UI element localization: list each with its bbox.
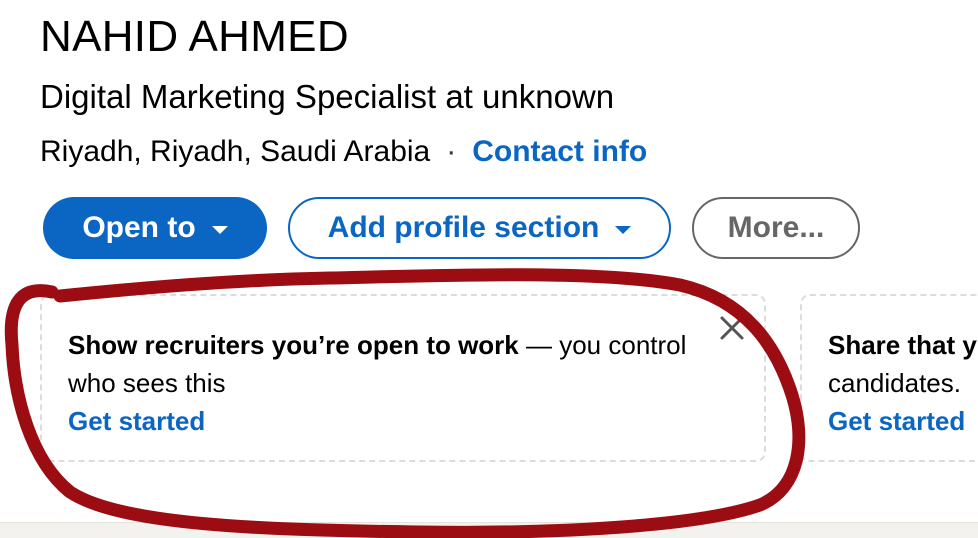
profile-headline: Digital Marketing Specialist at unknown	[40, 78, 615, 115]
add-profile-section-button[interactable]: Add profile section	[288, 197, 671, 259]
get-started-link[interactable]: Get started	[828, 402, 978, 440]
card-text: Share that y candidates. Get started	[828, 326, 978, 440]
caret-down-icon	[211, 226, 228, 234]
separator-dot: ·	[446, 135, 457, 168]
profile-location: Riyadh, Riyadh, Saudi Arabia	[40, 135, 431, 168]
location-row: Riyadh, Riyadh, Saudi Arabia · Contact i…	[40, 135, 647, 169]
share-hiring-card: Share that y candidates. Get started	[800, 294, 978, 462]
profile-name: NAHID AHMED	[40, 12, 349, 61]
section-divider	[0, 522, 978, 538]
dismiss-button[interactable]	[716, 312, 748, 344]
get-started-link[interactable]: Get started	[68, 402, 708, 440]
card-text: Show recruiters you’re open to work — yo…	[68, 326, 708, 440]
open-to-work-card: Show recruiters you’re open to work — yo…	[40, 294, 766, 462]
profile-intro-section: NAHID AHMED Digital Marketing Specialist…	[0, 0, 978, 538]
card-title-rest: candidates.	[828, 368, 961, 398]
more-button[interactable]: More...	[692, 197, 860, 259]
more-label: More...	[727, 211, 825, 244]
close-icon	[720, 316, 744, 340]
caret-down-icon	[615, 226, 632, 234]
card-title-bold: Show recruiters you’re open to work	[68, 330, 519, 360]
add-profile-section-label: Add profile section	[327, 211, 600, 244]
open-to-button[interactable]: Open to	[43, 197, 267, 259]
open-to-label: Open to	[82, 211, 196, 244]
card-title-bold: Share that y	[828, 330, 977, 360]
contact-info-link[interactable]: Contact info	[472, 135, 647, 169]
